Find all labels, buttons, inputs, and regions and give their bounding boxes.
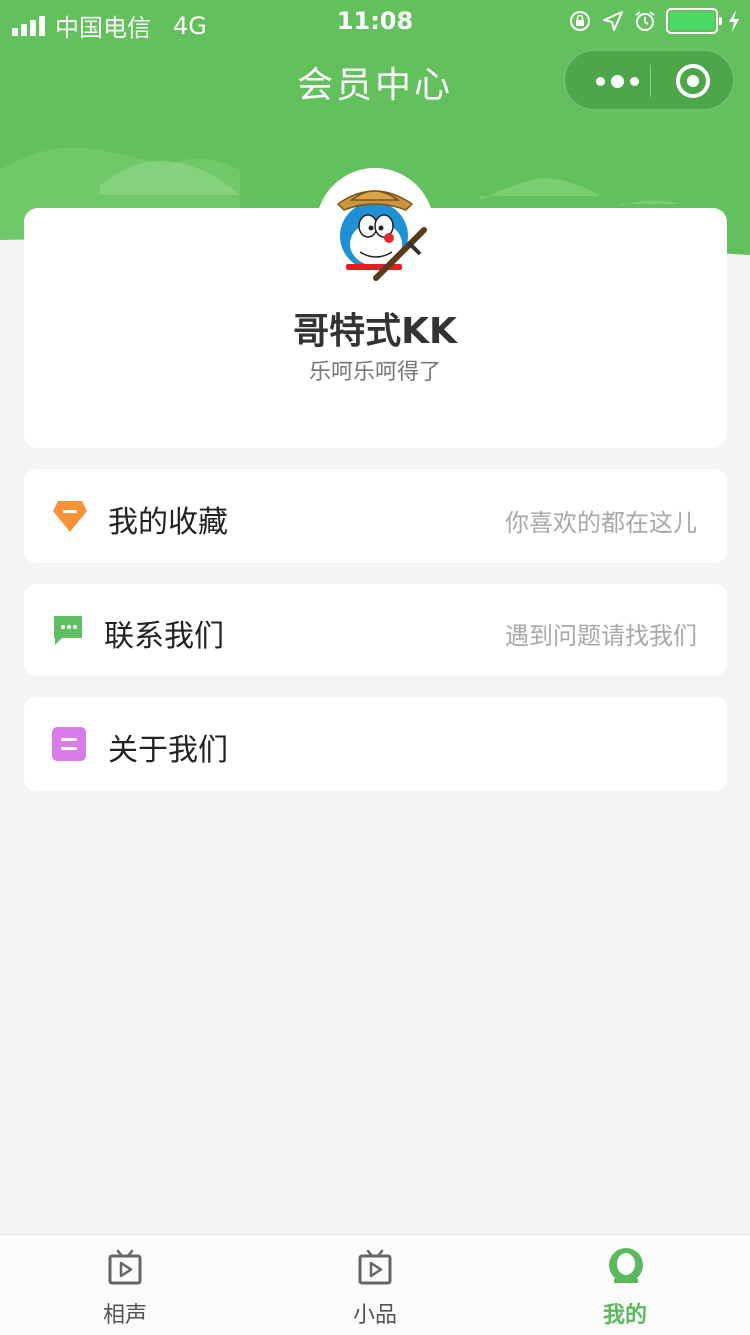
user-icon: [609, 1248, 643, 1283]
menu-item-hint: 你喜欢的都在这儿: [505, 509, 697, 537]
tab-xiaopin[interactable]: 小品: [250, 1235, 500, 1335]
capsule-divider: [650, 65, 651, 97]
info-list-icon: [52, 727, 86, 761]
nickname: 哥特式KK: [293, 311, 457, 352]
status-right: [568, 8, 740, 34]
rotation-lock-icon: [570, 11, 590, 31]
tv-icon: [358, 1249, 392, 1285]
tab-label: 我的: [602, 1303, 647, 1328]
charging-icon: [729, 10, 739, 32]
avatar-image: [316, 168, 434, 286]
menu-item-hint: 遇到问题请找我们: [505, 622, 697, 650]
status-bar: 中国电信 4G 11:08: [0, 0, 750, 42]
close-mini-program-button[interactable]: [676, 64, 710, 98]
mini-program-capsule: [564, 50, 734, 110]
avatar[interactable]: [316, 168, 434, 286]
tv-icon: [108, 1249, 142, 1285]
battery-icon: [666, 8, 722, 34]
menu-item-about[interactable]: 关于我们: [24, 697, 727, 791]
menu-item-label: 关于我们: [108, 733, 228, 768]
signature: 乐呵乐呵得了: [308, 360, 441, 385]
tab-label: 相声: [102, 1303, 147, 1328]
menu-item-label: 我的收藏: [108, 505, 228, 540]
tab-label: 小品: [352, 1303, 397, 1328]
more-options-button[interactable]: [587, 69, 647, 93]
menu-item-label: 联系我们: [104, 619, 224, 654]
tab-xiangsheng[interactable]: 相声: [0, 1235, 250, 1335]
menu-item-favorites[interactable]: 我的收藏 你喜欢的都在这儿: [24, 469, 727, 563]
tab-bar: 相声 小品 我的: [0, 1234, 750, 1335]
alarm-icon: [635, 11, 655, 31]
tab-mine[interactable]: 我的: [500, 1235, 750, 1335]
gem-icon: [53, 501, 87, 532]
location-icon: [603, 11, 623, 31]
menu-item-contact[interactable]: 联系我们 遇到问题请找我们: [24, 584, 727, 676]
chat-bubble-icon: [54, 616, 82, 645]
